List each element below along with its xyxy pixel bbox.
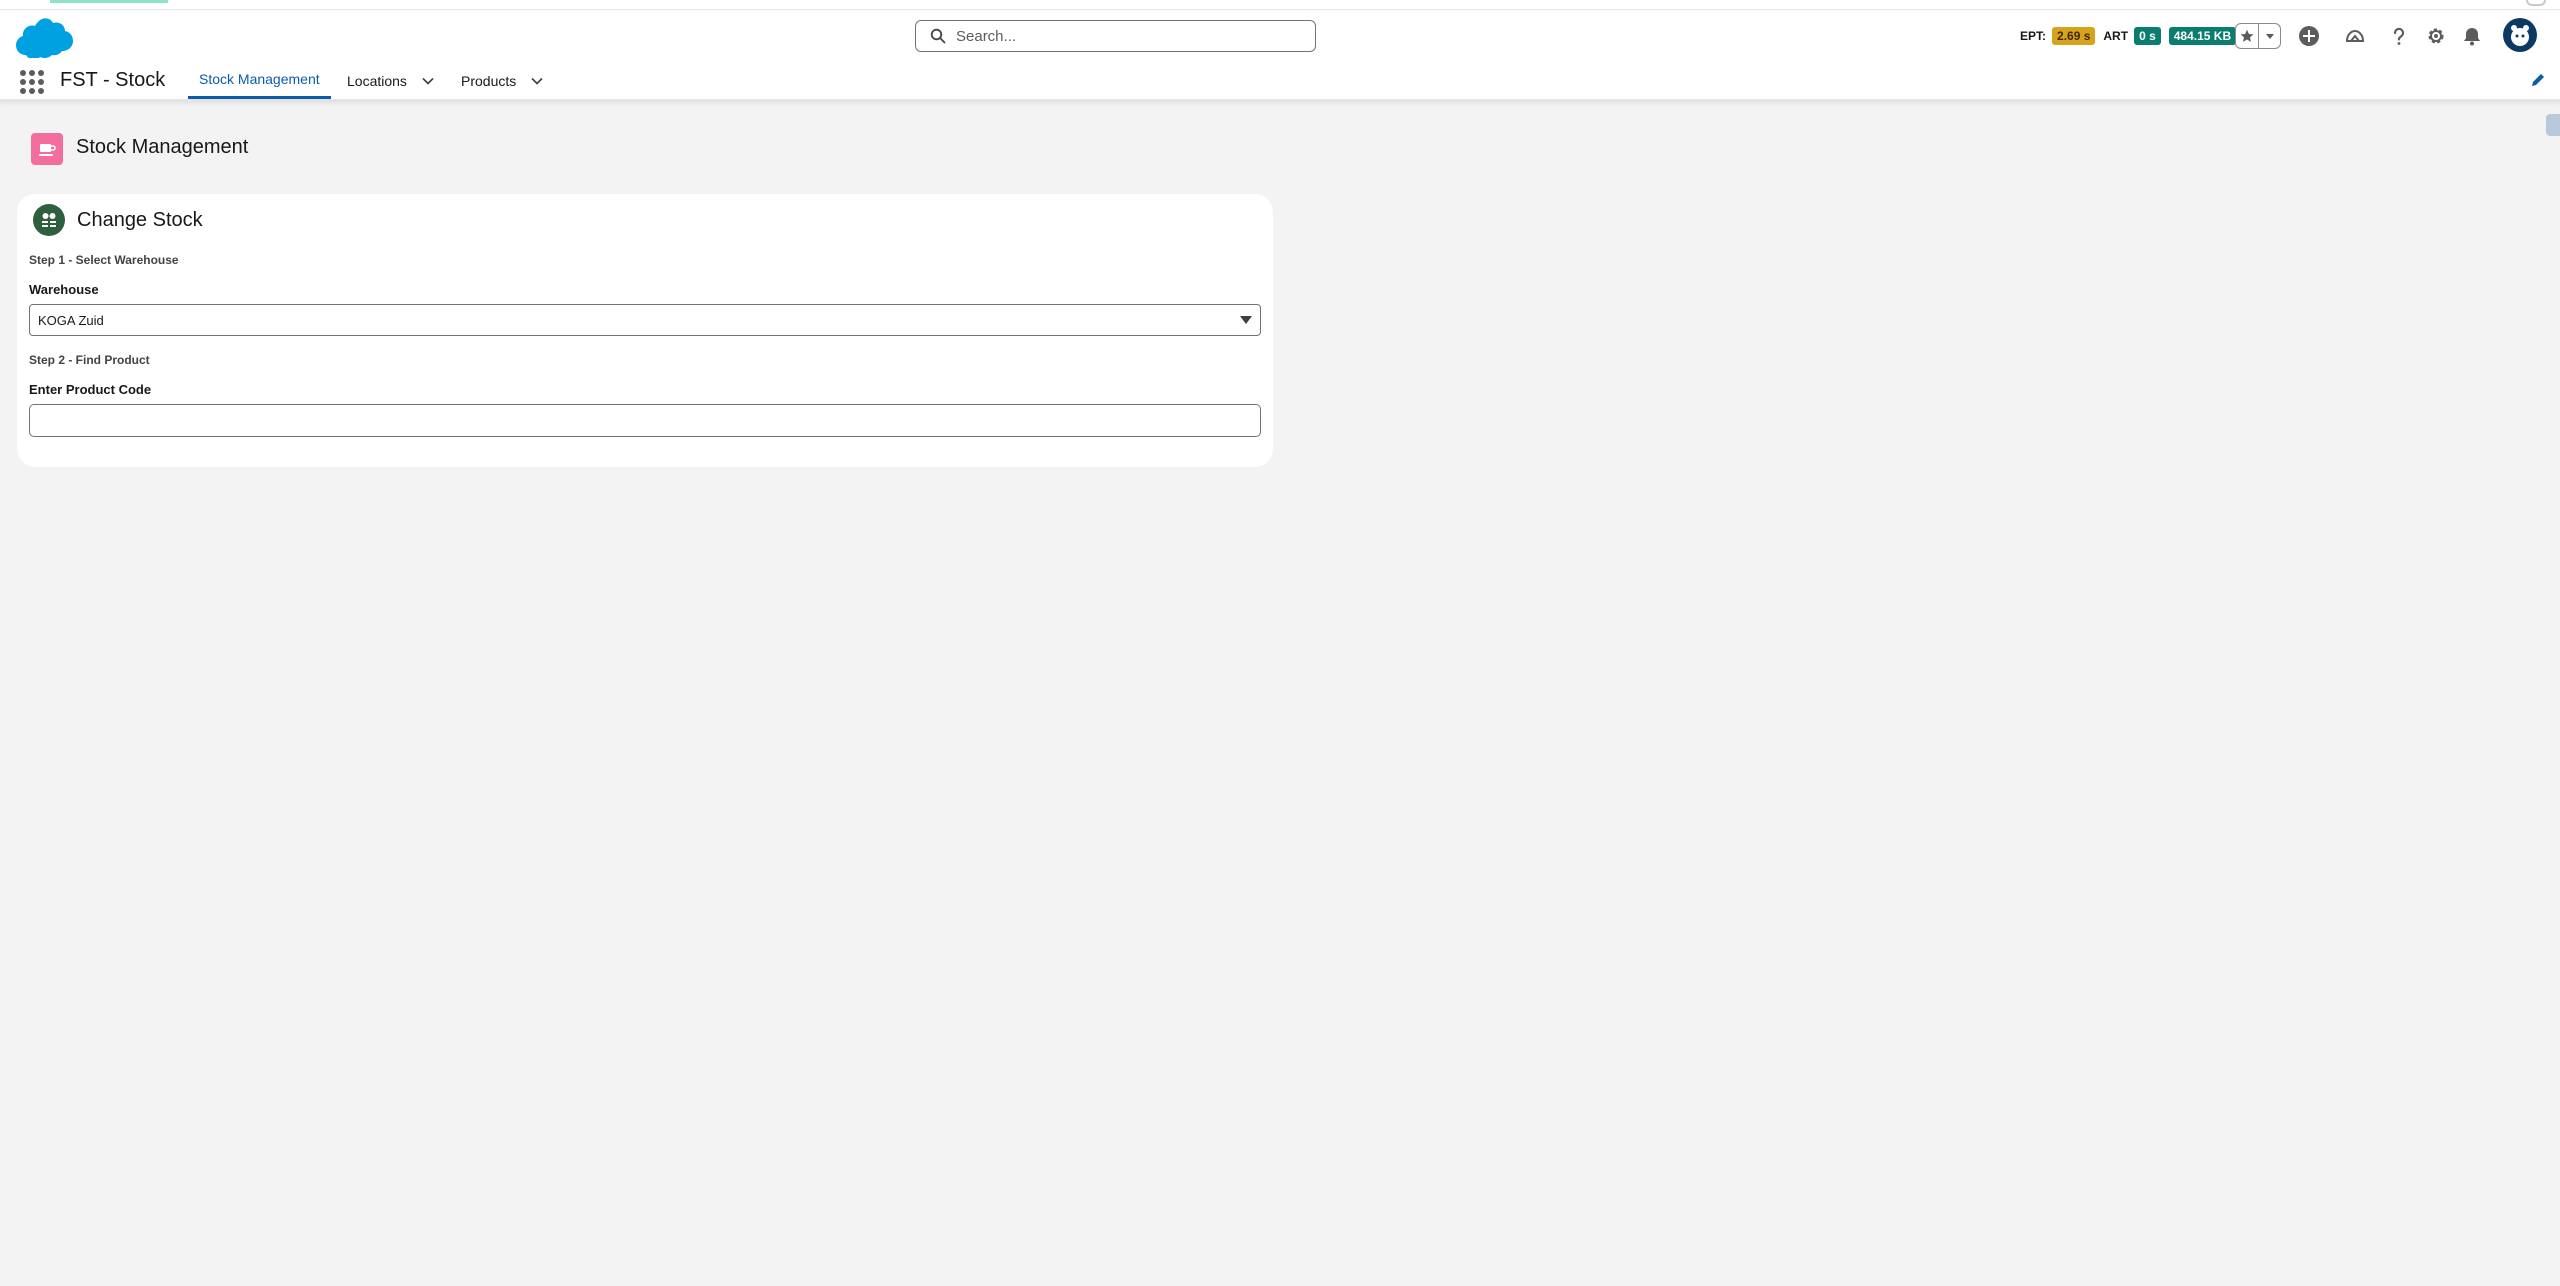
art-badge: 0 s — [2134, 27, 2161, 45]
product-code-input[interactable] — [29, 404, 1261, 437]
search-icon — [930, 28, 946, 44]
ept-label: EPT: — [2020, 29, 2047, 43]
chevron-down-icon[interactable] — [421, 74, 435, 88]
avatar[interactable] — [2503, 18, 2537, 52]
step-1-heading: Step 1 - Select Warehouse — [29, 253, 179, 267]
loading-strip — [0, 0, 2560, 10]
dropdown-arrow-icon — [1240, 316, 1252, 324]
corner-indicator — [2526, 0, 2546, 6]
art-label: ART — [2103, 29, 2129, 43]
side-panel-tab[interactable] — [2546, 114, 2560, 136]
favorite-button[interactable] — [2236, 24, 2258, 48]
setup-button[interactable] — [2423, 23, 2449, 49]
loading-progress — [50, 0, 168, 3]
warehouse-selected-value: KOGA Zuid — [38, 312, 104, 328]
card-icon — [33, 204, 65, 236]
notifications-button[interactable] — [2459, 23, 2485, 49]
help-icon — [2393, 27, 2405, 45]
robot-icon — [42, 213, 56, 227]
app-launcher-button[interactable] — [20, 70, 44, 94]
cup-icon — [39, 144, 56, 156]
favorites-list-button[interactable] — [2258, 24, 2280, 48]
page-title: Stock Management — [76, 136, 249, 158]
add-icon — [2299, 26, 2319, 46]
tab-label: Products — [461, 72, 517, 89]
star-icon — [2240, 29, 2254, 42]
help-button[interactable] — [2386, 23, 2412, 49]
gear-icon — [2428, 28, 2444, 44]
ept-badge: 2.69 s — [2052, 27, 2096, 45]
product-code-label: Enter Product Code — [29, 382, 152, 397]
tab-stock-management[interactable]: Stock Management — [188, 62, 331, 99]
global-actions-button[interactable] — [2296, 23, 2322, 49]
warehouse-select[interactable]: KOGA Zuid — [29, 304, 1261, 336]
tab-label: Stock Management — [199, 71, 320, 87]
tab-locations[interactable]: Locations — [347, 62, 435, 99]
card-title: Change Stock — [77, 209, 203, 231]
bell-icon — [2464, 28, 2480, 46]
chevron-down-icon[interactable] — [530, 74, 544, 88]
tab-products[interactable]: Products — [461, 62, 544, 99]
trailhead-icon — [2345, 29, 2365, 42]
page-icon — [31, 133, 63, 165]
favorites-group — [2235, 23, 2281, 49]
app-name: FST - Stock — [60, 69, 166, 91]
chevron-down-icon — [2265, 34, 2274, 39]
warehouse-label: Warehouse — [29, 282, 99, 297]
salesforce-cloud-logo[interactable] — [14, 16, 74, 58]
tab-label: Locations — [347, 72, 407, 89]
search-input[interactable] — [956, 27, 1296, 45]
global-search[interactable] — [915, 20, 1316, 52]
change-stock-card: Change Stock Step 1 - Select Warehouse W… — [17, 194, 1273, 467]
app-navigation-bar: FST - Stock Stock Management Locations P… — [0, 62, 2560, 136]
edit-nav-icon[interactable] — [2530, 72, 2546, 88]
performance-indicators: EPT: 2.69 s ART 0 s 484.15 KB — [2020, 26, 2244, 46]
global-header: EPT: 2.69 s ART 0 s 484.15 KB — [0, 10, 2560, 62]
step-2-heading: Step 2 - Find Product — [29, 353, 150, 367]
astro-avatar-icon — [2511, 25, 2529, 46]
trailhead-guidance-button[interactable] — [2342, 23, 2368, 49]
page-size-badge: 484.15 KB — [2168, 27, 2237, 45]
